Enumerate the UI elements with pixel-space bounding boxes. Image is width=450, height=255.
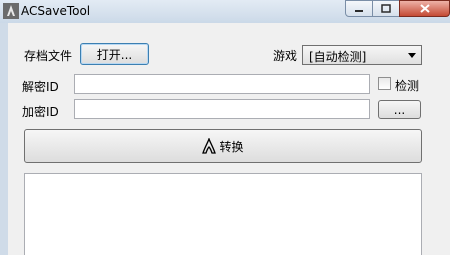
maximize-button[interactable]: [372, 0, 400, 17]
browse-button[interactable]: ...: [378, 100, 421, 119]
maximize-icon: [381, 4, 391, 13]
window-title: ACSaveTool: [21, 4, 91, 18]
convert-button-label: 转换: [219, 139, 244, 154]
decrypt-id-input[interactable]: [74, 74, 370, 94]
main-window: ACSaveTool 存档文件 打开... 游戏 [自动检测] 解密ID 检测 …: [0, 0, 450, 255]
title-bar: ACSaveTool: [0, 0, 450, 23]
app-logo-icon: [3, 3, 19, 19]
close-button[interactable]: [399, 0, 450, 17]
open-file-button[interactable]: 打开...: [80, 43, 149, 65]
log-output[interactable]: [24, 173, 422, 255]
minimize-icon: [355, 9, 363, 12]
convert-button[interactable]: 转换: [24, 129, 422, 163]
encrypt-id-label: 加密ID: [22, 105, 59, 119]
detect-label[interactable]: 检测: [395, 77, 419, 94]
save-file-label: 存档文件: [24, 49, 73, 63]
detect-checkbox[interactable]: [378, 77, 391, 90]
client-area: 存档文件 打开... 游戏 [自动检测] 解密ID 检测 加密ID ... 转换: [8, 23, 450, 255]
decrypt-id-label: 解密ID: [22, 80, 59, 94]
encrypt-id-input[interactable]: [74, 99, 370, 119]
game-select-value: [自动检测]: [309, 50, 367, 64]
assassin-creed-logo-icon: [202, 138, 217, 154]
game-label: 游戏: [273, 49, 298, 63]
game-select[interactable]: [自动检测]: [302, 45, 422, 65]
minimize-button[interactable]: [345, 0, 373, 17]
close-icon: [419, 4, 430, 13]
chevron-down-icon: [408, 53, 416, 58]
